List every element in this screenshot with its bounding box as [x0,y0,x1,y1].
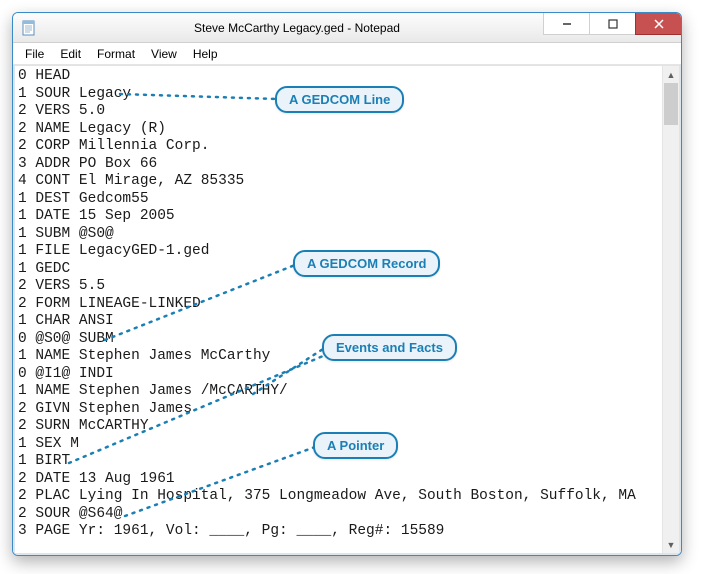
menu-edit[interactable]: Edit [52,45,89,63]
text-content[interactable]: 0 HEAD 1 SOUR Legacy 2 VERS 5.0 2 NAME L… [18,68,661,551]
minimize-icon [562,19,572,29]
maximize-button[interactable] [589,13,635,35]
menu-format[interactable]: Format [89,45,143,63]
maximize-icon [608,19,618,29]
scroll-thumb[interactable] [664,83,678,125]
close-button[interactable] [635,13,681,35]
menu-view[interactable]: View [143,45,185,63]
titlebar[interactable]: Steve McCarthy Legacy.ged - Notepad [13,13,681,43]
notepad-app-icon [21,20,37,36]
vertical-scrollbar[interactable]: ▲ ▼ [662,66,679,553]
scroll-up-arrow-icon[interactable]: ▲ [663,66,679,83]
menu-help[interactable]: Help [185,45,226,63]
close-icon [654,19,664,29]
client-area: 0 HEAD 1 SOUR Legacy 2 VERS 5.0 2 NAME L… [13,65,681,555]
menu-file[interactable]: File [17,45,52,63]
minimize-button[interactable] [543,13,589,35]
notepad-window: Steve McCarthy Legacy.ged - Notepad File… [12,12,682,556]
scroll-down-arrow-icon[interactable]: ▼ [663,536,679,553]
menubar: File Edit Format View Help [13,43,681,65]
window-controls [543,13,681,35]
